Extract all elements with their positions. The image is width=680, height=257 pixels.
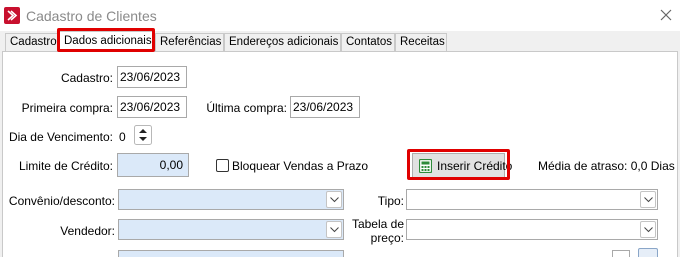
partial-select-bottom[interactable] — [118, 250, 344, 257]
partial-action-button[interactable] — [638, 248, 658, 257]
ultima-compra-label: Última compra: — [206, 101, 287, 115]
convenio-label: Convênio/desconto: — [8, 194, 115, 208]
dia-vencimento-value[interactable]: 0 — [119, 130, 126, 144]
tipo-label: Tipo: — [377, 194, 404, 208]
chevron-down-icon[interactable] — [640, 221, 656, 238]
cadastro-date-field[interactable]: 23/06/2023 — [117, 66, 187, 88]
tab-enderecos-adicionais[interactable]: Endereços adicionais — [224, 33, 341, 51]
bloquear-vendas-checkbox[interactable] — [216, 159, 229, 172]
vendedor-select[interactable] — [118, 219, 344, 240]
close-button[interactable] — [656, 5, 676, 25]
window-title: Cadastro de Clientes — [26, 8, 157, 24]
tabela-preco-select[interactable] — [406, 219, 658, 240]
partial-button-bottom[interactable] — [612, 250, 630, 257]
tab-referencias[interactable]: Referências — [155, 33, 224, 51]
tab-receitas[interactable]: Receitas — [395, 33, 447, 51]
inserir-credito-button[interactable]: Inserir Crédito — [412, 153, 512, 178]
primeira-compra-label: Primeira compra: — [21, 101, 113, 115]
bloquear-vendas-label[interactable]: Bloquear Vendas a Prazo — [232, 159, 368, 173]
convenio-select[interactable] — [118, 189, 344, 210]
tipo-select[interactable] — [406, 189, 658, 210]
primeira-compra-date-field[interactable]: 23/06/2023 — [117, 96, 187, 118]
dia-vencimento-label: Dia de Vencimento: — [8, 130, 113, 144]
tab-strip: Cadastro Dados adicionais Referências En… — [0, 31, 680, 52]
app-logo-icon — [4, 7, 20, 24]
tab-dados-adicionais[interactable]: Dados adicionais — [59, 31, 155, 52]
chevron-down-icon[interactable] — [640, 191, 656, 208]
vendedor-label: Vendedor: — [60, 224, 115, 238]
chevron-down-icon[interactable] — [326, 221, 342, 238]
calculator-icon — [418, 158, 433, 176]
tabela-preco-label-line1: Tabela de — [351, 217, 404, 231]
media-atraso-text: Média de atraso: 0,0 Dias — [538, 159, 675, 173]
title-bar: Cadastro de Clientes — [0, 0, 680, 31]
dia-vencimento-spinner[interactable] — [134, 125, 152, 145]
ultima-compra-date-field[interactable]: 23/06/2023 — [290, 96, 360, 118]
chevron-down-icon[interactable] — [326, 191, 342, 208]
tabela-preco-label-line2: preço: — [370, 231, 404, 245]
limite-credito-field[interactable]: 0,00 — [117, 153, 189, 177]
limite-credito-label: Limite de Crédito: — [18, 159, 113, 173]
tab-contatos[interactable]: Contatos — [341, 33, 395, 51]
inserir-credito-label: Inserir Crédito — [437, 159, 513, 173]
close-icon — [660, 9, 672, 21]
tab-cadastro[interactable]: Cadastro — [5, 33, 59, 51]
cadastro-label: Cadastro: — [60, 71, 113, 85]
